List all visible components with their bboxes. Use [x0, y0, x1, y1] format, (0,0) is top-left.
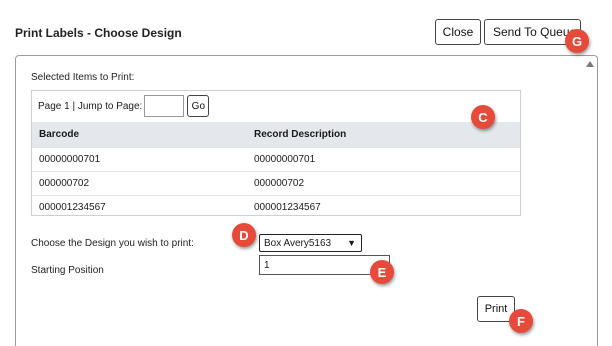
pager: Page 1 | Jump to Page: Go: [38, 95, 210, 117]
selected-items-box: Page 1 | Jump to Page: Go Barcode Record…: [31, 90, 521, 216]
scroll-up-arrow-icon[interactable]: [586, 61, 594, 67]
barcode-cell: 000000702: [39, 178, 90, 189]
table-row[interactable]: 000000702 000000702: [32, 171, 520, 195]
table-header: Barcode Record Description: [32, 122, 520, 147]
chevron-down-icon: ▼: [347, 238, 356, 248]
jump-to-page-input[interactable]: [144, 95, 185, 117]
column-header-barcode[interactable]: Barcode: [39, 122, 79, 147]
design-label: Choose the Design you wish to print:: [31, 238, 194, 249]
record-description-cell: 00000000701: [254, 154, 316, 165]
design-select[interactable]: Box Avery5163 ▼: [259, 234, 362, 252]
starting-position-label: Starting Position: [31, 265, 104, 276]
go-button[interactable]: Go: [187, 95, 210, 117]
record-description-cell: 000001234567: [254, 202, 321, 213]
design-selected-value: Box Avery5163: [264, 237, 332, 249]
table-row[interactable]: 000001234567 000001234567: [32, 195, 520, 219]
selected-items-label: Selected Items to Print:: [31, 72, 135, 83]
marker-c: C: [471, 105, 495, 129]
pager-text: Page 1 | Jump to Page:: [38, 100, 143, 112]
table-row[interactable]: 00000000701 00000000701: [32, 147, 520, 171]
marker-f: F: [509, 309, 533, 333]
starting-position-value: 1: [264, 259, 270, 271]
marker-g: G: [565, 29, 589, 53]
barcode-cell: 00000000701: [39, 154, 101, 165]
close-button[interactable]: Close: [435, 19, 481, 45]
dialog-panel: Selected Items to Print: Page 1 | Jump t…: [15, 55, 598, 346]
record-description-cell: 000000702: [254, 178, 305, 189]
barcode-cell: 000001234567: [39, 202, 106, 213]
column-header-record-description[interactable]: Record Description: [254, 122, 346, 147]
marker-d: D: [232, 223, 256, 247]
dialog-title: Print Labels - Choose Design: [15, 26, 182, 40]
marker-e: E: [370, 260, 394, 284]
